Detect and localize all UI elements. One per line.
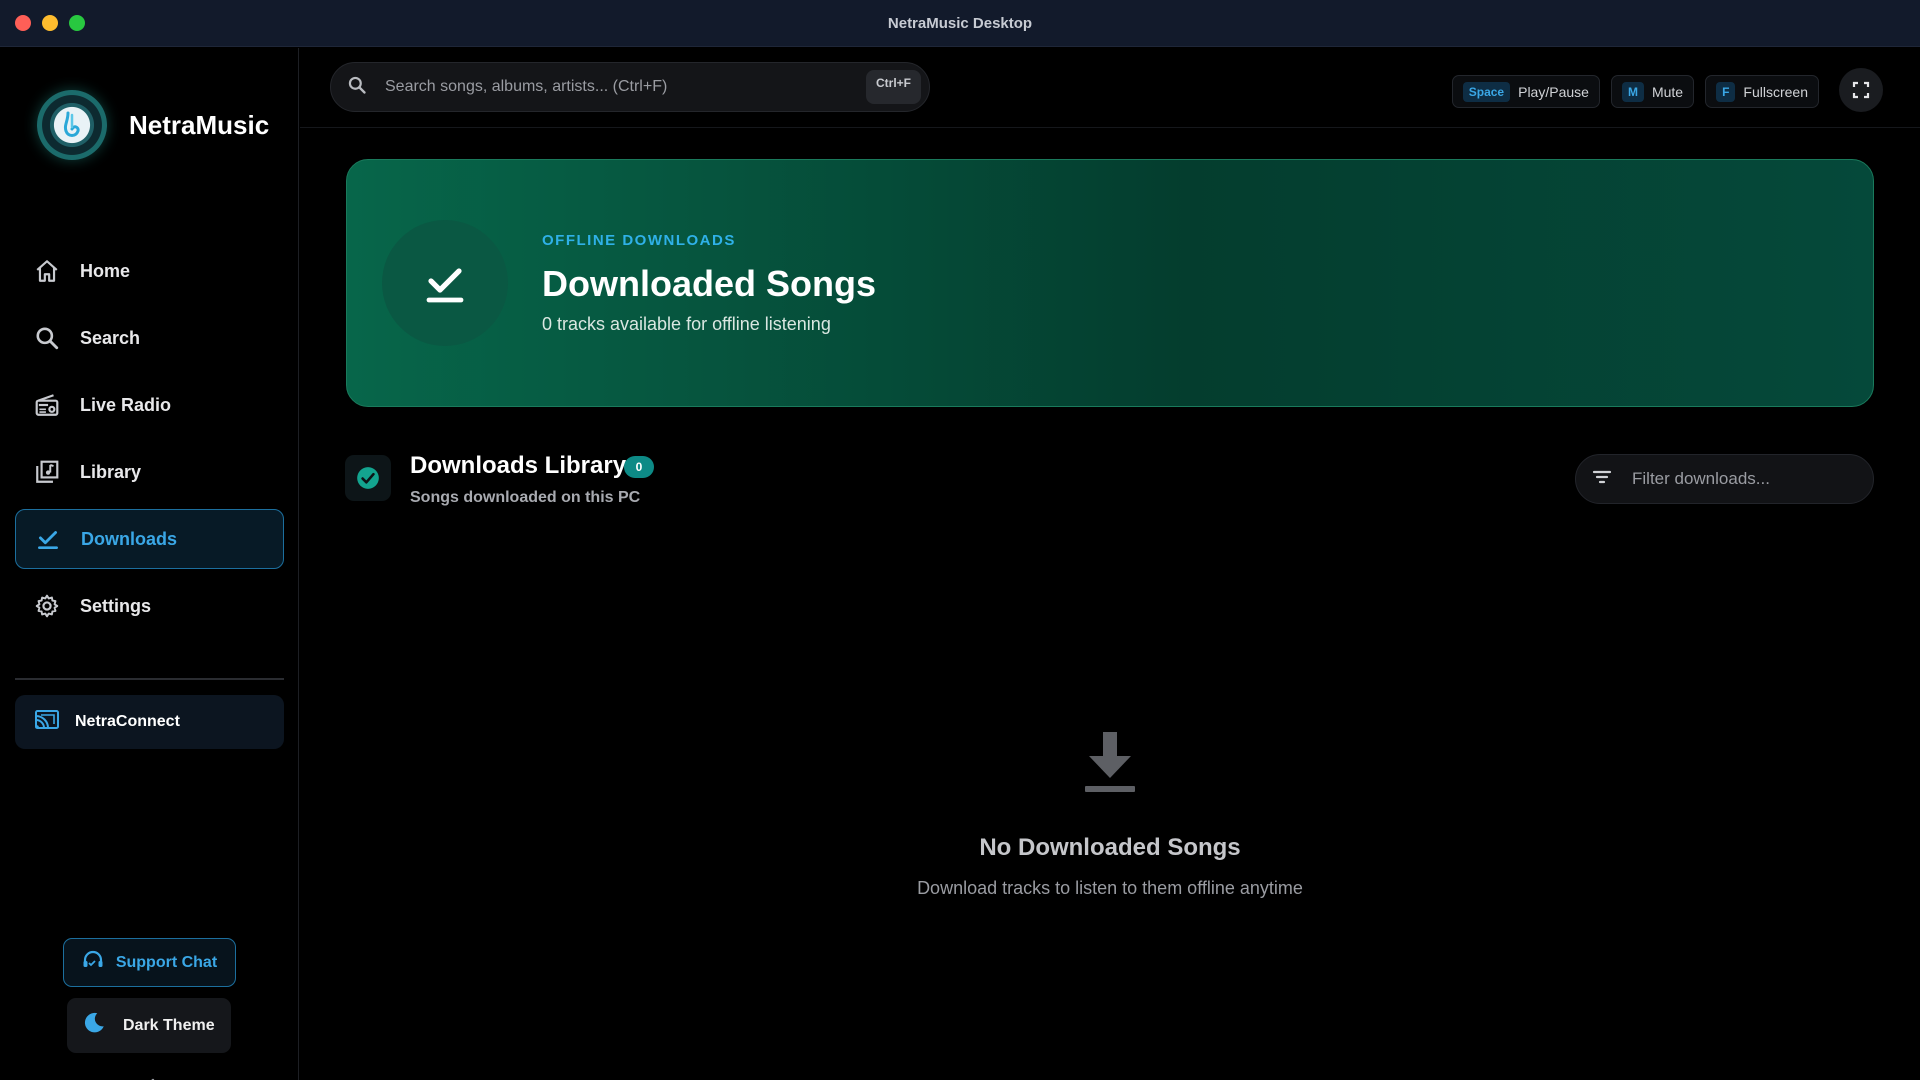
zoom-window-button[interactable] xyxy=(69,15,85,31)
shortcut-key: Space xyxy=(1462,81,1511,102)
support-chat-button[interactable]: Support Chat xyxy=(63,938,236,987)
sidebar-divider xyxy=(15,678,284,680)
shortcut-label: Mute xyxy=(1651,83,1684,100)
fullscreen-button[interactable] xyxy=(1839,68,1883,112)
topbar: Search songs, albums, artists... (Ctrl+F… xyxy=(300,48,1920,128)
section-subtitle: Songs downloaded on this PC xyxy=(410,489,641,506)
chevron-left-icon xyxy=(151,1078,155,1080)
library-section-icon xyxy=(345,455,391,501)
window-controls xyxy=(15,15,85,31)
nav-item-search[interactable]: Search xyxy=(15,308,284,368)
app-logo xyxy=(37,90,107,160)
hero-subtitle: 0 tracks available for offline listening xyxy=(542,314,831,334)
fullscreen-icon xyxy=(1852,81,1870,99)
cast-icon xyxy=(33,708,61,737)
search-shortcut-badge: Ctrl+F xyxy=(865,70,921,104)
download-check-icon xyxy=(34,525,62,553)
netraconnect-label: NetraConnect xyxy=(75,713,180,730)
theme-toggle-button[interactable]: Dark Theme xyxy=(67,998,231,1053)
empty-state-subtitle: Download tracks to listen to them offlin… xyxy=(917,878,1303,898)
brand[interactable]: NetraMusic xyxy=(37,90,269,160)
page-title: Downloaded Songs xyxy=(542,263,877,304)
close-window-button[interactable] xyxy=(15,15,31,31)
filter-icon xyxy=(1592,468,1612,491)
nav-item-live-radio[interactable]: Live Radio xyxy=(15,375,284,435)
radio-icon xyxy=(33,391,61,419)
count-badge: 0 xyxy=(624,456,654,478)
library-icon xyxy=(33,458,61,486)
nav-item-home[interactable]: Home xyxy=(15,241,284,301)
window-titlebar: NetraMusic Desktop xyxy=(0,0,1920,47)
hero-icon-circle xyxy=(382,220,508,346)
nav-label: Search xyxy=(80,327,141,348)
global-search-input[interactable]: Search songs, albums, artists... (Ctrl+F… xyxy=(330,62,930,112)
shortcut-mute[interactable]: M Mute xyxy=(1610,75,1695,108)
home-icon xyxy=(33,257,61,285)
nav-label: Library xyxy=(80,461,142,482)
check-circle-icon xyxy=(357,467,379,489)
music-note-icon xyxy=(63,111,80,137)
shortcut-play-pause[interactable]: Space Play/Pause xyxy=(1451,75,1600,108)
main-nav: Home Search Live Radio Library Downloads xyxy=(15,241,284,643)
nav-label: Settings xyxy=(80,595,152,616)
hero-eyebrow: OFFLINE DOWNLOADS xyxy=(542,232,736,249)
shortcut-key: F xyxy=(1716,81,1736,102)
download-check-icon xyxy=(426,268,464,303)
support-chat-label: Support Chat xyxy=(115,953,218,971)
netraconnect-button[interactable]: NetraConnect xyxy=(15,695,284,749)
window-title: NetraMusic Desktop xyxy=(887,14,1033,32)
filter-placeholder: Filter downloads... xyxy=(1632,469,1770,488)
nav-item-downloads[interactable]: Downloads xyxy=(15,509,284,569)
empty-state-title: No Downloaded Songs xyxy=(979,834,1241,861)
filter-downloads-input[interactable]: Filter downloads... xyxy=(1575,454,1874,504)
nav-item-settings[interactable]: Settings xyxy=(15,576,284,636)
search-icon xyxy=(347,75,367,100)
gear-icon xyxy=(33,592,61,620)
nav-label: Home xyxy=(80,260,131,281)
nav-item-library[interactable]: Library xyxy=(15,442,284,502)
downloads-hero-banner: OFFLINE DOWNLOADS Downloaded Songs 0 tra… xyxy=(346,159,1874,407)
nav-label: Downloads xyxy=(81,528,178,549)
keyboard-shortcuts: Space Play/Pause M Mute F Fullscreen xyxy=(1451,68,1883,112)
nav-label: Live Radio xyxy=(80,394,172,415)
search-placeholder: Search songs, albums, artists... (Ctrl+F… xyxy=(385,78,668,95)
shortcut-label: Play/Pause xyxy=(1518,83,1589,100)
shortcut-key: M xyxy=(1621,81,1644,102)
section-title: Downloads Library xyxy=(410,452,627,479)
minimize-window-button[interactable] xyxy=(42,15,58,31)
headset-icon xyxy=(82,950,104,975)
brand-name: NetraMusic xyxy=(129,109,270,140)
download-arrow-icon xyxy=(1083,730,1137,796)
theme-label: Dark Theme xyxy=(123,1016,215,1034)
shortcut-label: Fullscreen xyxy=(1743,83,1808,100)
sidebar: NetraMusic Home Search Live Radio Librar… xyxy=(0,48,299,1080)
shortcut-fullscreen[interactable]: F Fullscreen xyxy=(1705,75,1819,108)
moon-icon xyxy=(81,1010,107,1041)
collapse-sidebar-button[interactable] xyxy=(140,1075,160,1080)
search-icon xyxy=(33,324,61,352)
